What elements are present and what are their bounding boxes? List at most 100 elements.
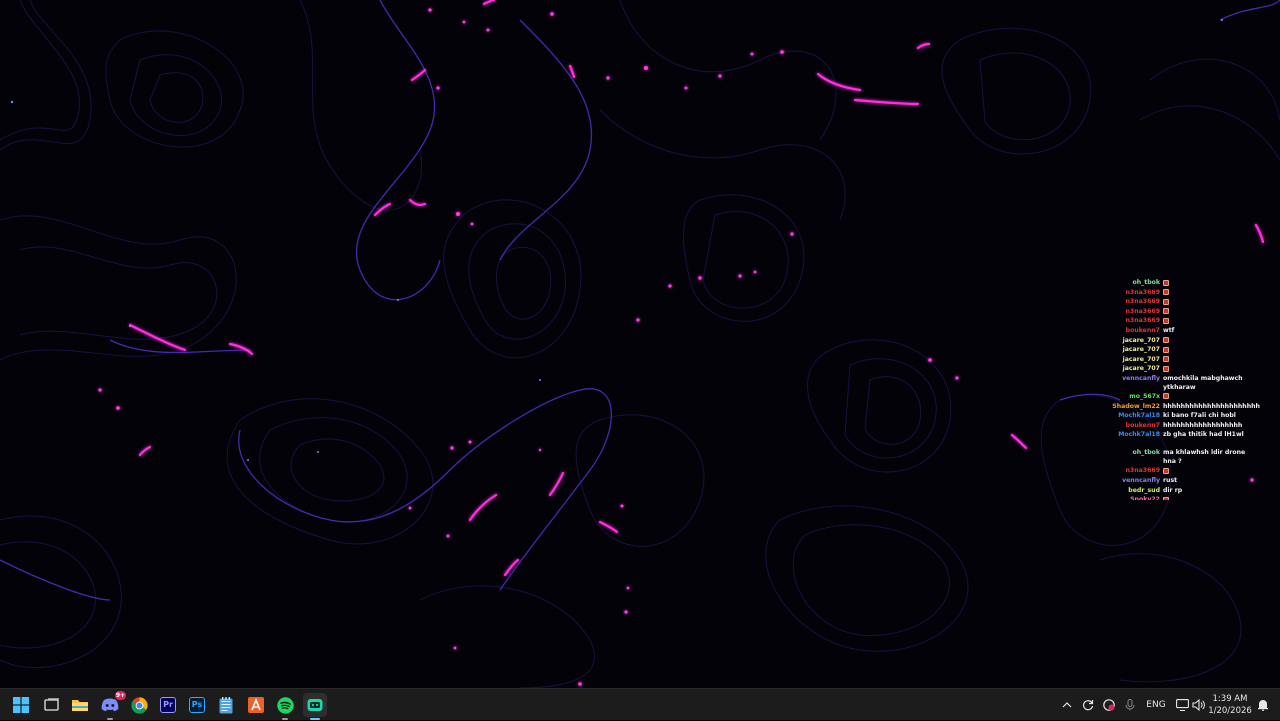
emote-icon	[1163, 337, 1169, 344]
chat-username: n3na3669	[1125, 467, 1160, 475]
emote-icon	[1163, 317, 1169, 324]
chevron-up-icon	[1062, 702, 1072, 708]
premiere-pro-label: Pr	[163, 700, 173, 709]
emote-icon	[1163, 365, 1169, 372]
app-a-button[interactable]	[244, 693, 268, 717]
chat-username: n3na3669	[1125, 288, 1160, 296]
emote-icon	[1163, 279, 1169, 286]
volume-tray-button[interactable]	[1190, 689, 1206, 721]
folder-icon	[72, 700, 88, 711]
emote-icon	[1163, 496, 1169, 500]
emote-icon	[1163, 356, 1169, 363]
chatbot-icon	[307, 699, 323, 711]
chat-message-text: zb gha thitik had lH1wl	[1163, 431, 1244, 439]
chat-message: n3na3669	[1100, 316, 1270, 326]
chat-message-text: hhhhhhhhhhhhhhhhhhhhhh	[1163, 402, 1260, 410]
input-language-button[interactable]: ENG	[1143, 689, 1169, 721]
chat-username: oh_tbok	[1132, 279, 1160, 286]
photoshop-button[interactable]: Ps	[185, 693, 209, 717]
chat-message: Mochk7al18 zb gha thitik had lH1wl	[1100, 430, 1270, 448]
task-view-icon	[44, 698, 59, 711]
chat-message-text: wtf	[1163, 326, 1175, 334]
wallpaper-contour-lines	[0, 0, 1280, 688]
file-explorer-button[interactable]	[68, 693, 92, 717]
notification-center-button[interactable]	[1255, 689, 1271, 721]
emote-icon	[1163, 467, 1169, 474]
chat-message: venncanfly omochkila mabghawch ytkharaw	[1100, 374, 1270, 392]
premiere-pro-button[interactable]: Pr	[156, 693, 180, 717]
chat-username: venncanfly	[1122, 476, 1160, 484]
chat-message-text: dir rp	[1163, 486, 1183, 494]
chat-message-text: rust	[1163, 476, 1178, 484]
chrome-icon	[130, 696, 148, 714]
chat-message: boukenn7 hhhhhhhhhhhhhhhhhh	[1100, 421, 1270, 431]
notepad-button[interactable]	[214, 693, 238, 717]
chat-username: n3na3669	[1125, 298, 1160, 306]
chat-username: jacare_707	[1122, 355, 1160, 363]
discord-icon	[101, 698, 119, 712]
chat-message-text: ki bano f7ali chi hobl	[1163, 412, 1236, 420]
language-indicator: ENG	[1146, 700, 1166, 710]
chat-username: Mochk7al18	[1118, 431, 1160, 439]
desktop[interactable]: oh_tbok n3na3669 n3na3669 n3na3669 n3na3669 b…	[0, 0, 1280, 688]
chat-message-text: omochkila mabghawch ytkharaw	[1163, 374, 1243, 391]
chat-message: jacare_707	[1100, 345, 1270, 355]
sync-tray-button[interactable]	[1080, 689, 1096, 721]
chat-message-text: hhhhhhhhhhhhhhhhhh	[1163, 421, 1243, 429]
emote-icon	[1163, 393, 1169, 400]
chat-message-text: ma khlawhsh ldir drone hna ?	[1163, 449, 1246, 466]
start-button[interactable]	[9, 693, 33, 717]
chrome-button[interactable]	[127, 693, 151, 717]
chat-message: n3na3669	[1100, 466, 1270, 476]
chat-message: bedr_sud dir rp	[1100, 486, 1270, 496]
network-tray-button[interactable]	[1174, 689, 1190, 721]
chat-username: jacare_707	[1122, 336, 1160, 344]
chat-username: jacare_707	[1122, 346, 1160, 354]
system-clock[interactable]: 1:39 AM 1/20/2026	[1208, 693, 1252, 717]
emote-icon	[1163, 298, 1169, 305]
chat-message: oh_tbok	[1100, 278, 1270, 288]
chat-message: Shadow_lm22 hhhhhhhhhhhhhhhhhhhhhh	[1100, 402, 1270, 412]
microphone-tray-button[interactable]	[1122, 689, 1138, 721]
monitor-icon	[1175, 699, 1189, 711]
chat-username: mo_567x	[1129, 392, 1160, 400]
clock-date: 1/20/2026	[1208, 706, 1252, 716]
chat-message: n3na3669	[1100, 297, 1270, 307]
chat-message: Mochk7al18 ki bano f7ali chi hobl	[1100, 411, 1270, 421]
chat-username: boukenn7	[1125, 326, 1160, 334]
antivirus-icon	[1103, 699, 1115, 711]
chat-username: oh_tbok	[1132, 449, 1160, 457]
antivirus-tray-button[interactable]	[1101, 689, 1117, 721]
emote-icon	[1163, 289, 1169, 296]
chat-message: jacare_707	[1100, 355, 1270, 365]
chat-username: n3na3669	[1125, 307, 1160, 315]
show-hidden-icons-button[interactable]	[1060, 689, 1074, 721]
spotify-button[interactable]	[273, 693, 297, 720]
chat-username: bedr_sud	[1128, 486, 1160, 494]
chat-message: jacare_707	[1100, 336, 1270, 346]
clock-time: 1:39 AM	[1212, 694, 1248, 704]
microphone-icon	[1125, 699, 1135, 711]
stream-chat-overlay: oh_tbok n3na3669 n3na3669 n3na3669 n3na3669 b…	[1100, 278, 1270, 500]
discord-button[interactable]: 9+	[98, 691, 126, 720]
chat-message: n3na3669	[1100, 307, 1270, 317]
windows-logo-icon	[13, 697, 29, 713]
emote-icon	[1163, 346, 1169, 353]
chat-username: n3na3669	[1125, 317, 1160, 325]
chat-message: boukenn7 wtf	[1100, 326, 1270, 336]
volume-icon	[1191, 699, 1205, 711]
notification-badge: 9+	[115, 691, 126, 700]
chatbot-app-button[interactable]	[303, 693, 327, 720]
chat-username: boukenn7	[1125, 421, 1160, 429]
photoshop-label: Ps	[191, 700, 203, 709]
chat-username: venncanfly	[1122, 374, 1160, 382]
emote-icon	[1163, 308, 1169, 315]
chat-message: Spoky22	[1100, 495, 1270, 500]
notepad-icon	[219, 696, 233, 713]
chat-username: Shadow_lm22	[1112, 402, 1160, 410]
chat-username: jacare_707	[1122, 365, 1160, 373]
chat-message: jacare_707	[1100, 364, 1270, 374]
notification-icon	[1258, 700, 1268, 711]
spotify-icon	[276, 696, 294, 714]
task-view-button[interactable]	[40, 693, 64, 717]
